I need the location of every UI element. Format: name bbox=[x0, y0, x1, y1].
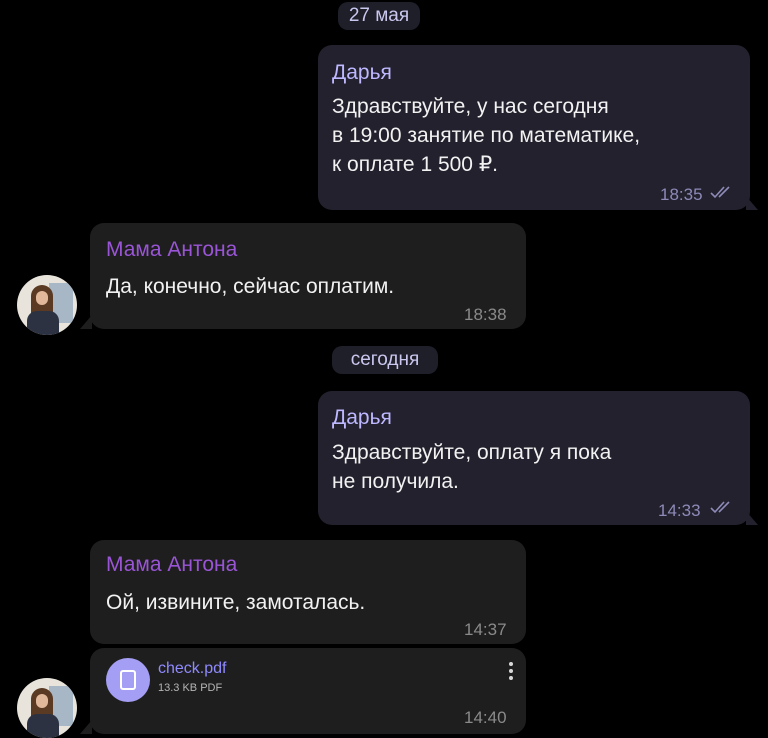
file-message-bubble[interactable]: check.pdf 13.3 KB PDF 14:40 bbox=[90, 648, 526, 734]
incoming-message-bubble[interactable]: Мама Антона Да, конечно, сейчас оплатим.… bbox=[90, 223, 526, 329]
message-text: Здравствуйте, оплату я пока не получила. bbox=[332, 441, 612, 493]
message-text: Да, конечно, сейчас оплатим. bbox=[106, 275, 395, 298]
message-time: 18:35 bbox=[660, 185, 703, 204]
sender-name: Мама Антона bbox=[106, 238, 238, 261]
sender-name: Дарья bbox=[332, 61, 392, 84]
file-size: 13.3 KB PDF bbox=[158, 682, 223, 694]
message-time: 14:33 bbox=[658, 501, 701, 520]
message-text: Ой, извините, замоталась. bbox=[106, 591, 366, 614]
message-time: 14:40 bbox=[464, 708, 507, 727]
file-name[interactable]: check.pdf bbox=[158, 660, 226, 678]
message-time: 18:38 bbox=[464, 305, 507, 324]
outgoing-message-bubble[interactable]: Дарья Здравствуйте, у нас сегодня в 19:0… bbox=[318, 45, 750, 210]
double-check-icon bbox=[710, 501, 730, 514]
incoming-message-bubble[interactable]: Мама Антона Ой, извините, замоталась. 14… bbox=[90, 540, 526, 644]
outgoing-message-bubble[interactable]: Дарья Здравствуйте, оплату я пока не пол… bbox=[318, 391, 750, 525]
sender-name: Мама Антона bbox=[106, 553, 238, 576]
message-text: Здравствуйте, у нас сегодня в 19:00 заня… bbox=[332, 95, 641, 176]
avatar[interactable] bbox=[17, 678, 77, 738]
bubble-tail bbox=[80, 315, 92, 329]
double-check-icon bbox=[710, 186, 730, 199]
message-time: 14:37 bbox=[464, 620, 507, 639]
bubble-tail bbox=[746, 196, 758, 210]
file-icon[interactable] bbox=[106, 658, 150, 702]
bubble-tail bbox=[80, 720, 92, 734]
sender-name: Дарья bbox=[332, 406, 392, 429]
date-separator: сегодня bbox=[332, 346, 438, 374]
more-options-icon[interactable] bbox=[509, 662, 513, 683]
date-separator: 27 мая bbox=[338, 2, 420, 30]
bubble-tail bbox=[746, 511, 758, 525]
avatar[interactable] bbox=[17, 275, 77, 335]
